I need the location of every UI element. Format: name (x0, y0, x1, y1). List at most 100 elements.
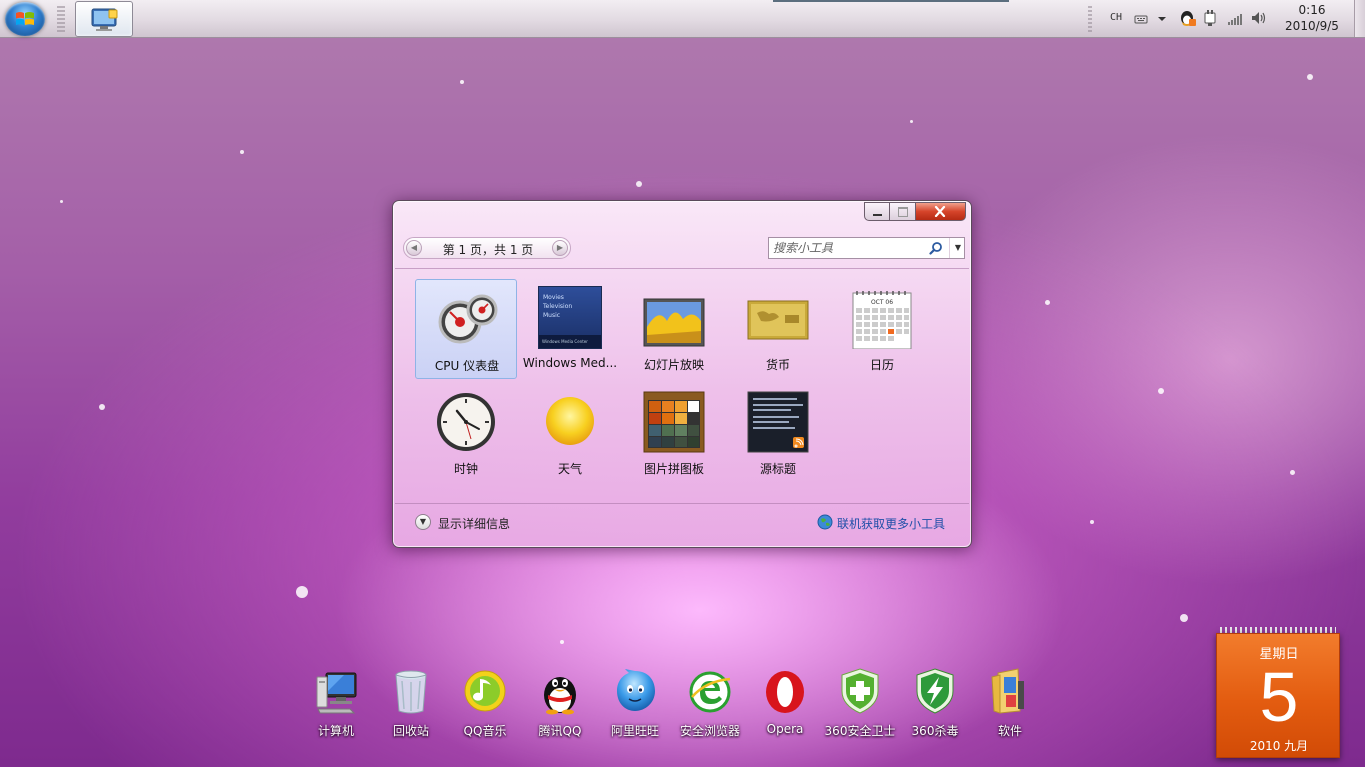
show-details-label: 显示详细信息 (438, 517, 511, 531)
gadget-tile-feed-headlines[interactable]: 源标题 (727, 383, 829, 483)
wmc-menu-line: Music (543, 312, 561, 319)
dock-item-aliwangwang[interactable]: 阿里旺旺 (600, 667, 670, 739)
background-star (910, 120, 913, 123)
dock-label: 安全浏览器 (679, 724, 740, 738)
tray-grip (1088, 6, 1092, 32)
minimize-button[interactable] (864, 202, 890, 221)
dock-label: 360杀毒 (911, 724, 959, 738)
background-star (1158, 388, 1164, 394)
maximize-icon (898, 207, 908, 217)
gadget-tile-picture-puzzle[interactable]: 图片拼图板 (623, 383, 725, 483)
weather-icon (546, 397, 594, 445)
wmc-menu-line: Movies (543, 294, 564, 301)
volume-icon[interactable] (1250, 9, 1268, 27)
gadget-label: 源标题 (759, 462, 796, 476)
dock-item-360-antivirus[interactable]: 360杀毒 (900, 667, 970, 739)
tray-expand-icon[interactable] (1156, 9, 1168, 27)
get-more-gadgets-label: 联机获取更多小工具 (837, 517, 946, 531)
search-dropdown-button[interactable]: ▼ (949, 238, 966, 258)
gadget-label: CPU 仪表盘 (434, 359, 500, 373)
taskbar-clock[interactable]: 0:16 2010/9/5 (1277, 2, 1347, 34)
clock-time: 0:16 (1298, 3, 1326, 17)
slideshow-icon (643, 298, 705, 347)
maximize-button[interactable] (890, 202, 916, 221)
opera-icon (766, 671, 804, 713)
360-safeguard-icon (841, 668, 879, 714)
background-star (1045, 300, 1050, 305)
gadget-tile-windows-media-center[interactable]: Movies Television Music Windows Media Ce… (519, 279, 621, 379)
page-indicator: 第 1 页，共 1 页 (442, 243, 534, 257)
next-page-button[interactable]: ▶ (552, 240, 568, 256)
dock-item-qq-music[interactable]: QQ音乐 (450, 667, 520, 739)
dock-label: 回收站 (392, 724, 429, 738)
windows-logo-icon (16, 12, 34, 25)
dock-item-qq[interactable]: 腾讯QQ (525, 667, 595, 739)
calendar-widget[interactable]: 星期日 5 2010 九月 (1216, 627, 1340, 758)
gadget-label: 图片拼图板 (643, 462, 704, 476)
gallery-divider-bottom (395, 503, 969, 504)
picture-puzzle-icon (643, 391, 705, 453)
dock-item-opera[interactable]: Opera (750, 667, 820, 739)
globe-icon (817, 514, 833, 530)
dock-label: 软件 (997, 724, 1022, 738)
taskbar-grip (57, 6, 65, 32)
clock-date: 2010/9/5 (1285, 19, 1339, 33)
dock-label: 阿里旺旺 (610, 724, 659, 738)
calendar-icon: OCT 06 (852, 291, 912, 349)
language-indicator[interactable]: CH (1110, 12, 1122, 23)
gadget-tile-currency[interactable]: 货币 (727, 279, 829, 379)
search-box: ▼ (768, 237, 965, 259)
dock-item-safe-browser[interactable]: 安全浏览器 (675, 667, 745, 739)
search-input[interactable] (773, 240, 923, 256)
background-star (296, 586, 308, 598)
show-desktop-button[interactable] (1354, 0, 1365, 37)
search-icon[interactable] (929, 241, 943, 255)
calendar-card: 星期日 5 2010 九月 (1216, 633, 1340, 758)
gadget-label: 货币 (765, 358, 790, 372)
360-antivirus-icon (916, 668, 954, 714)
gadget-gallery-window: ◀ 第 1 页，共 1 页 ▶ ▼ CPU 仪表盘 Movies (392, 200, 972, 548)
background-star (1290, 470, 1295, 475)
dock-label: Opera (766, 722, 804, 736)
close-icon (934, 206, 946, 217)
network-signal-icon[interactable] (1226, 9, 1244, 27)
safe-browser-icon (689, 671, 731, 713)
taskbar: CH 0:16 2010/9/5 (0, 0, 1365, 38)
power-plug-icon[interactable] (1202, 9, 1218, 27)
background-star (460, 80, 464, 84)
gadget-label: 日历 (869, 358, 894, 372)
background-star (99, 404, 105, 410)
gadget-label: 幻灯片放映 (643, 358, 704, 372)
taskbar-app-button[interactable] (75, 1, 133, 37)
currency-icon (747, 300, 809, 340)
background-star (1180, 614, 1188, 622)
desktop-gadgets-icon (91, 8, 118, 31)
dock-item-recycle-bin[interactable]: 回收站 (376, 667, 446, 739)
start-button[interactable] (5, 2, 45, 36)
background-star (60, 200, 63, 203)
calendar-gadget-month: OCT 06 (871, 299, 893, 306)
software-folder-icon (991, 668, 1024, 714)
qq-penguin-icon (544, 677, 576, 715)
gadget-tile-slideshow[interactable]: 幻灯片放映 (623, 279, 725, 379)
gadget-tile-cpu-meter[interactable]: CPU 仪表盘 (415, 279, 517, 379)
close-button[interactable] (916, 202, 966, 221)
gadget-label: 天气 (557, 462, 582, 476)
gadget-label: 时钟 (453, 462, 478, 476)
gadget-label: Windows Med... (522, 356, 618, 370)
computer-icon (316, 672, 357, 714)
keyboard-icon[interactable] (1134, 9, 1148, 27)
dock-label: 计算机 (317, 724, 354, 738)
dock-item-computer[interactable]: 计算机 (301, 667, 371, 739)
dock-item-360-safeguard[interactable]: 360安全卫士 (825, 667, 895, 739)
gadget-tile-clock[interactable]: 时钟 (415, 383, 517, 483)
dock-item-software-folder[interactable]: 软件 (975, 667, 1045, 739)
qq-tray-icon[interactable] (1178, 9, 1196, 27)
gadget-tile-calendar[interactable]: OCT 06 日历 (831, 279, 933, 379)
gallery-divider-top (395, 268, 969, 269)
aliwangwang-icon (617, 669, 655, 711)
background-star (1090, 520, 1094, 524)
gadget-tile-weather[interactable]: 天气 (519, 383, 621, 483)
background-star (636, 181, 642, 187)
page-navigator: ◀ 第 1 页，共 1 页 ▶ (403, 237, 571, 259)
